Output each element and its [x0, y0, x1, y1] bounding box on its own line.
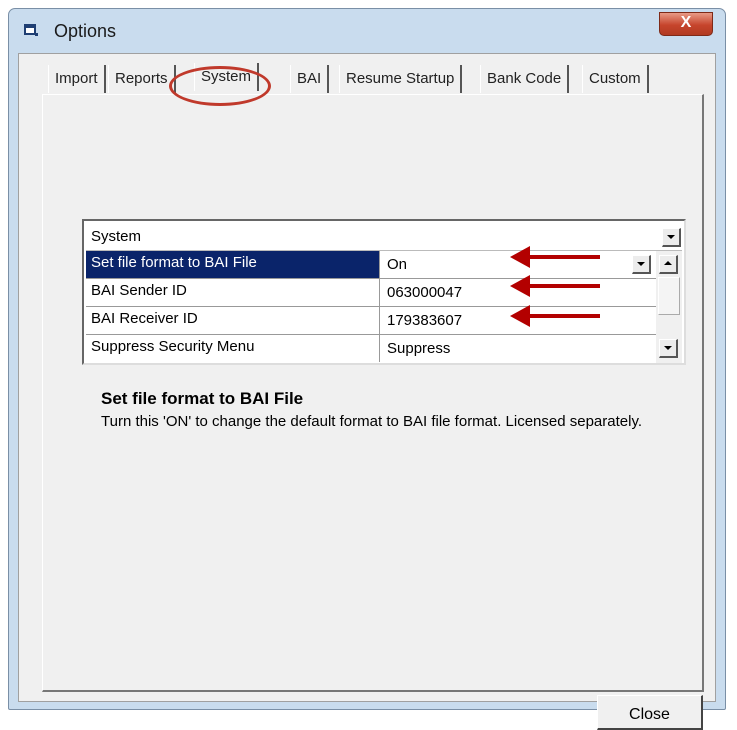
row-name: BAI Sender ID: [86, 279, 380, 306]
options-window-icon: [24, 24, 38, 36]
tab-custom[interactable]: Custom: [582, 65, 649, 93]
tab-bai[interactable]: BAI: [290, 65, 330, 93]
close-button[interactable]: Close: [597, 695, 703, 730]
grid-scrollbar[interactable]: [656, 251, 682, 363]
dialog-client-area: Import Reports System BAI Resume Startup…: [18, 53, 716, 730]
row-value[interactable]: Suppress: [381, 335, 656, 362]
chevron-down-icon: [667, 235, 675, 239]
property-description-text: Turn this 'ON' to change the default for…: [101, 413, 642, 430]
annotation-arrow-icon: [510, 246, 600, 268]
close-icon: X: [680, 14, 692, 31]
row-value: On: [387, 256, 408, 273]
category-value: System: [91, 228, 142, 245]
chevron-down-icon: [637, 262, 645, 266]
options-window: Options X Import Reports System BAI Resu…: [8, 8, 726, 730]
row-name: Set file format to BAI File: [86, 251, 380, 278]
tab-resume-startup[interactable]: Resume Startup: [339, 65, 463, 93]
annotation-arrow-icon: [510, 305, 600, 327]
system-tab-panel: System Set file format to BAI File On BA…: [42, 94, 704, 730]
scroll-up-button[interactable]: [659, 255, 678, 274]
tab-highlight-circle: [169, 66, 271, 106]
chevron-up-icon: [664, 261, 672, 265]
scroll-thumb[interactable]: [658, 277, 680, 315]
category-dropdown-button[interactable]: [662, 228, 681, 247]
annotation-arrow-icon: [510, 275, 600, 297]
tab-reports[interactable]: Reports: [108, 65, 176, 93]
title-bar[interactable]: Options X: [9, 9, 725, 53]
property-description-title: Set file format to BAI File: [101, 389, 304, 408]
scroll-down-button[interactable]: [659, 339, 678, 358]
value-dropdown-button[interactable]: [632, 255, 651, 274]
row-name: BAI Receiver ID: [86, 307, 380, 334]
tab-bank-code[interactable]: Bank Code: [480, 65, 570, 93]
tab-import[interactable]: Import: [48, 65, 106, 93]
row-name: Suppress Security Menu: [86, 335, 380, 362]
chevron-down-icon: [664, 346, 672, 350]
window-close-button[interactable]: X: [659, 12, 713, 36]
window-title: Options: [54, 21, 117, 41]
grid-row[interactable]: Suppress Security Menu Suppress: [86, 335, 656, 363]
